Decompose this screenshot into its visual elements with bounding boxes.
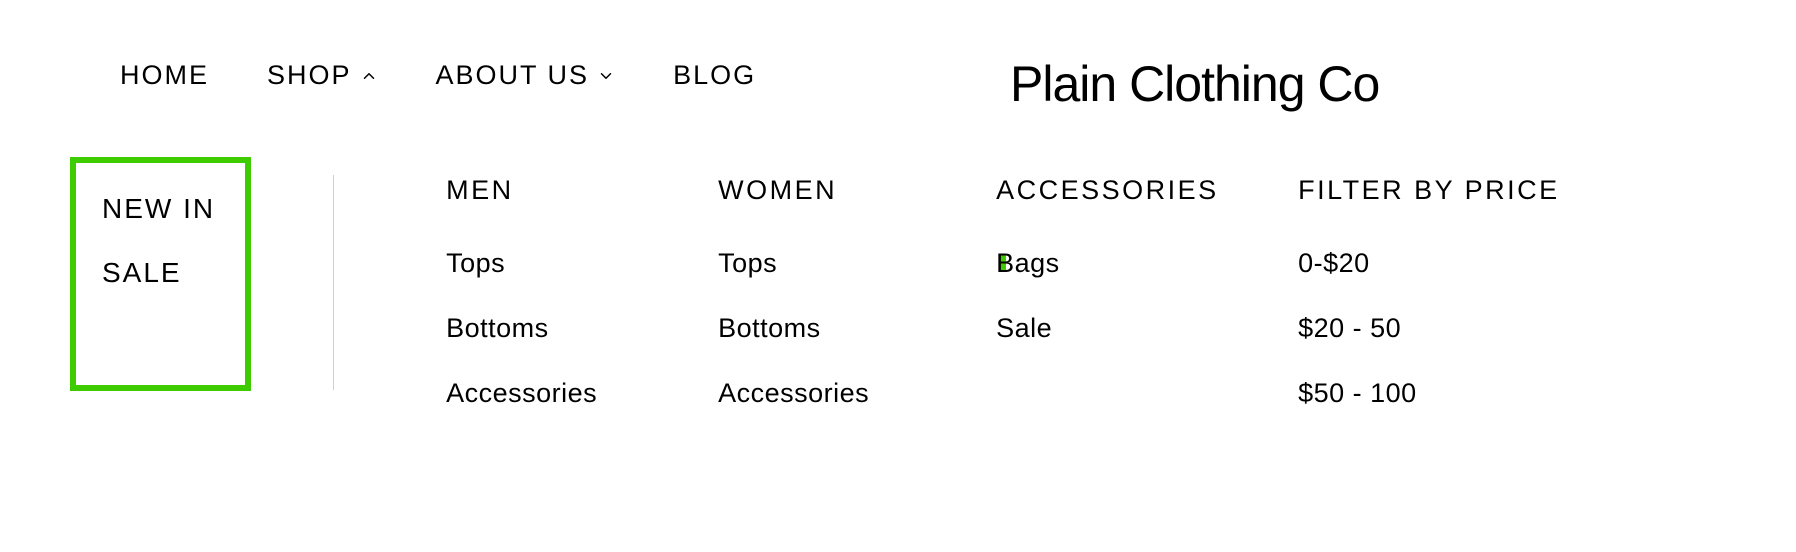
chevron-up-icon [360,67,378,85]
column-accessories: ACCESSORIES Bags Sale [996,175,1298,409]
accessories-sale[interactable]: Sale [996,313,1298,344]
column-filter: FILTER BY PRICE 0-$20 $20 - 50 $50 - 100 [1298,175,1560,409]
nav-blog[interactable]: BLOG [673,60,756,91]
vertical-divider [333,175,334,390]
filter-20-50[interactable]: $20 - 50 [1298,313,1560,344]
column-women-heading[interactable]: WOMEN [718,175,996,206]
men-accessories[interactable]: Accessories [446,378,718,409]
sidebar-highlight-box: NEW IN SALE [70,157,251,391]
nav-shop-label: SHOP [267,60,352,91]
column-filter-heading[interactable]: FILTER BY PRICE [1298,175,1560,206]
mega-menu-columns: MEN Tops Bottoms Accessories WOMEN Tops … [446,175,1560,409]
filter-0-20[interactable]: 0-$20 [1298,248,1560,279]
shop-mega-menu: NEW IN SALE MEN Tops Bottoms Accessories… [70,175,1560,409]
main-nav: HOME SHOP ABOUT US BLOG [120,60,756,91]
column-women: WOMEN Tops Bottoms Accessories [718,175,996,409]
men-tops[interactable]: Tops [446,248,718,279]
women-tops[interactable]: Tops [718,248,996,279]
nav-shop[interactable]: SHOP [267,60,378,91]
column-accessories-heading[interactable]: ACCESSORIES [996,175,1298,206]
nav-home[interactable]: HOME [120,60,209,91]
accessories-bags[interactable]: Bags [996,248,1298,279]
nav-home-label: HOME [120,60,209,91]
brand-logo[interactable]: Plain Clothing Co [1010,55,1379,113]
sidebar-new-in[interactable]: NEW IN [102,193,215,225]
nav-about[interactable]: ABOUT US [436,60,616,91]
men-bottoms[interactable]: Bottoms [446,313,718,344]
nav-about-label: ABOUT US [436,60,590,91]
accessories-bags-label: Bags [996,248,1060,278]
column-men-heading[interactable]: MEN [446,175,718,206]
column-men: MEN Tops Bottoms Accessories [446,175,718,409]
nav-blog-label: BLOG [673,60,756,91]
sidebar-sale[interactable]: SALE [102,257,215,289]
header: HOME SHOP ABOUT US BLOG Plain Clothing C… [0,0,1796,91]
chevron-down-icon [597,67,615,85]
filter-50-100[interactable]: $50 - 100 [1298,378,1560,409]
women-accessories[interactable]: Accessories [718,378,996,409]
women-bottoms[interactable]: Bottoms [718,313,996,344]
